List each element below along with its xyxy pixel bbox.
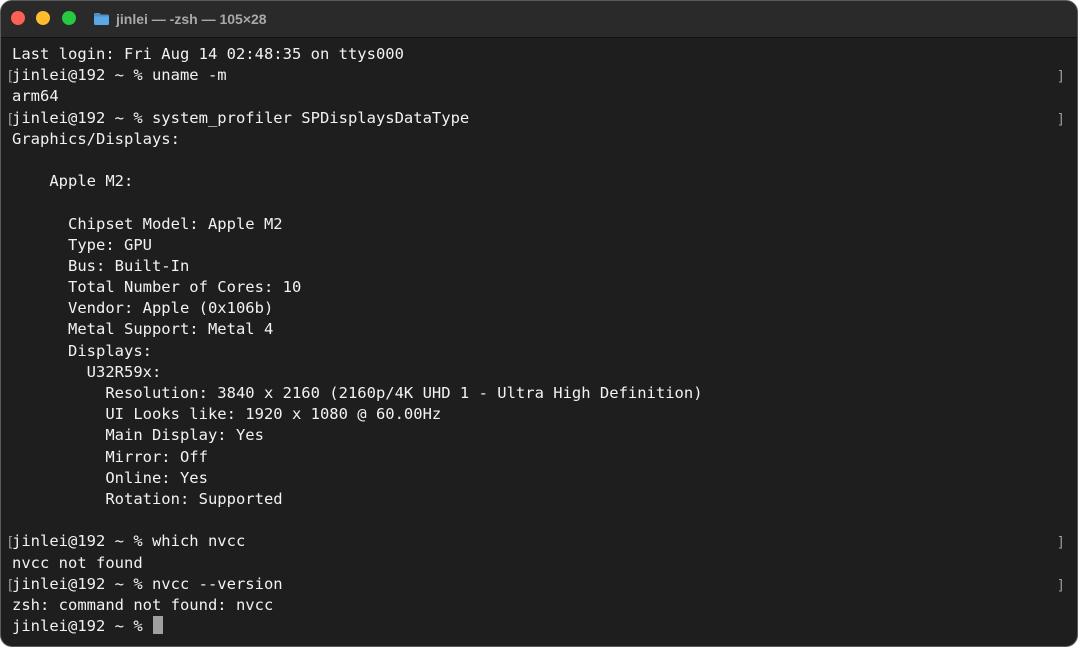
line-text: Bus: Built-In	[12, 256, 190, 275]
line-text: Type: GPU	[12, 235, 152, 254]
line-text: Apple M2:	[12, 172, 134, 191]
line-text: Main Display: Yes	[12, 426, 264, 445]
output-line: zsh: command not found: nvcc	[12, 595, 1067, 616]
line-text: Rotation: Supported	[12, 489, 283, 508]
line-mark-left: [	[6, 111, 15, 128]
folder-icon	[94, 13, 109, 25]
line-text: Last login: Fri Aug 14 02:48:35 on ttys0…	[12, 45, 404, 63]
window-title: jinlei — -zsh — 105×28	[93, 9, 267, 29]
output-line: Vendor: Apple (0x106b)	[12, 298, 1067, 319]
output-line: Resolution: 3840 x 2160 (2160p/4K UHD 1 …	[12, 383, 1067, 404]
line-mark-right: ]	[1056, 111, 1065, 128]
line-text: Displays:	[12, 341, 152, 360]
output-line: Apple M2:	[12, 171, 1067, 192]
folder-icon-tab	[94, 13, 109, 17]
folder-icon-body	[94, 16, 109, 25]
line-text: jinlei@192 ~ % system_profiler SPDisplay…	[12, 108, 470, 127]
title-bar[interactable]: jinlei — -zsh — 105×28	[1, 1, 1077, 38]
output-line: Online: Yes	[12, 468, 1067, 489]
line-mark-right: ]	[1056, 69, 1065, 86]
output-line: Main Display: Yes	[12, 425, 1067, 446]
line-mark-left: [	[6, 535, 15, 552]
close-button[interactable]	[11, 11, 25, 25]
output-line: Displays:	[12, 341, 1067, 362]
line-text: Total Number of Cores: 10	[12, 278, 302, 297]
line-text: jinlei@192 ~ % which nvcc	[12, 532, 246, 551]
terminal-output[interactable]: Last login: Fri Aug 14 02:48:35 on ttys0…	[6, 44, 1067, 637]
output-line: Mirror: Off	[12, 447, 1067, 468]
current-prompt-line[interactable]: jinlei@192 ~ %	[12, 616, 1067, 637]
output-line: Chipset Model: Apple M2	[12, 214, 1067, 235]
line-text: jinlei@192 ~ % nvcc --version	[12, 574, 283, 593]
line-mark-left: [	[6, 577, 15, 594]
output-line: nvcc not found	[12, 553, 1067, 574]
line-text: nvcc not found	[12, 553, 143, 572]
text-cursor	[152, 616, 163, 635]
output-line: Bus: Built-In	[12, 256, 1067, 277]
line-mark-right: ]	[1056, 577, 1065, 594]
output-line: UI Looks like: 1920 x 1080 @ 60.00Hz	[12, 404, 1067, 425]
current-prompt: jinlei@192 ~ %	[12, 617, 152, 636]
line-text: Metal Support: Metal 4	[12, 320, 274, 339]
output-line: Rotation: Supported	[12, 489, 1067, 510]
output-line: Graphics/Displays:	[12, 129, 1067, 150]
prompt-line: [jinlei@192 ~ % nvcc --version]	[6, 574, 1067, 595]
line-text: Vendor: Apple (0x106b)	[12, 299, 274, 318]
line-text: Graphics/Displays:	[12, 129, 180, 148]
line-text: Online: Yes	[12, 468, 208, 487]
terminal-window[interactable]: jinlei — -zsh — 105×28 Last login: Fri A…	[0, 0, 1078, 647]
prompt-line: [jinlei@192 ~ % system_profiler SPDispla…	[6, 108, 1067, 129]
line-text: jinlei@192 ~ % uname -m	[12, 66, 227, 85]
prompt-line: [jinlei@192 ~ % uname -m]	[6, 65, 1067, 86]
output-line: Last login: Fri Aug 14 02:48:35 on ttys0…	[12, 44, 1067, 65]
prompt-line: [jinlei@192 ~ % which nvcc]	[6, 531, 1067, 552]
output-line: U32R59x:	[12, 362, 1067, 383]
line-mark-left: [	[6, 69, 15, 86]
line-text: Mirror: Off	[12, 447, 208, 466]
output-line: Type: GPU	[12, 235, 1067, 256]
line-text: Resolution: 3840 x 2160 (2160p/4K UHD 1 …	[12, 384, 703, 402]
line-text: UI Looks like: 1920 x 1080 @ 60.00Hz	[12, 405, 442, 424]
output-line: Metal Support: Metal 4	[12, 319, 1067, 340]
line-text: U32R59x:	[12, 362, 162, 381]
line-text: Chipset Model: Apple M2	[12, 214, 283, 233]
window-title-text: jinlei — -zsh — 105×28	[116, 11, 267, 27]
minimize-button[interactable]	[36, 11, 50, 25]
line-mark-right: ]	[1056, 535, 1065, 552]
line-text: zsh: command not found: nvcc	[12, 595, 274, 614]
zoom-button[interactable]	[62, 11, 76, 25]
output-line: arm64	[12, 86, 1067, 107]
output-line: Total Number of Cores: 10	[12, 277, 1067, 298]
line-text: arm64	[12, 87, 59, 106]
